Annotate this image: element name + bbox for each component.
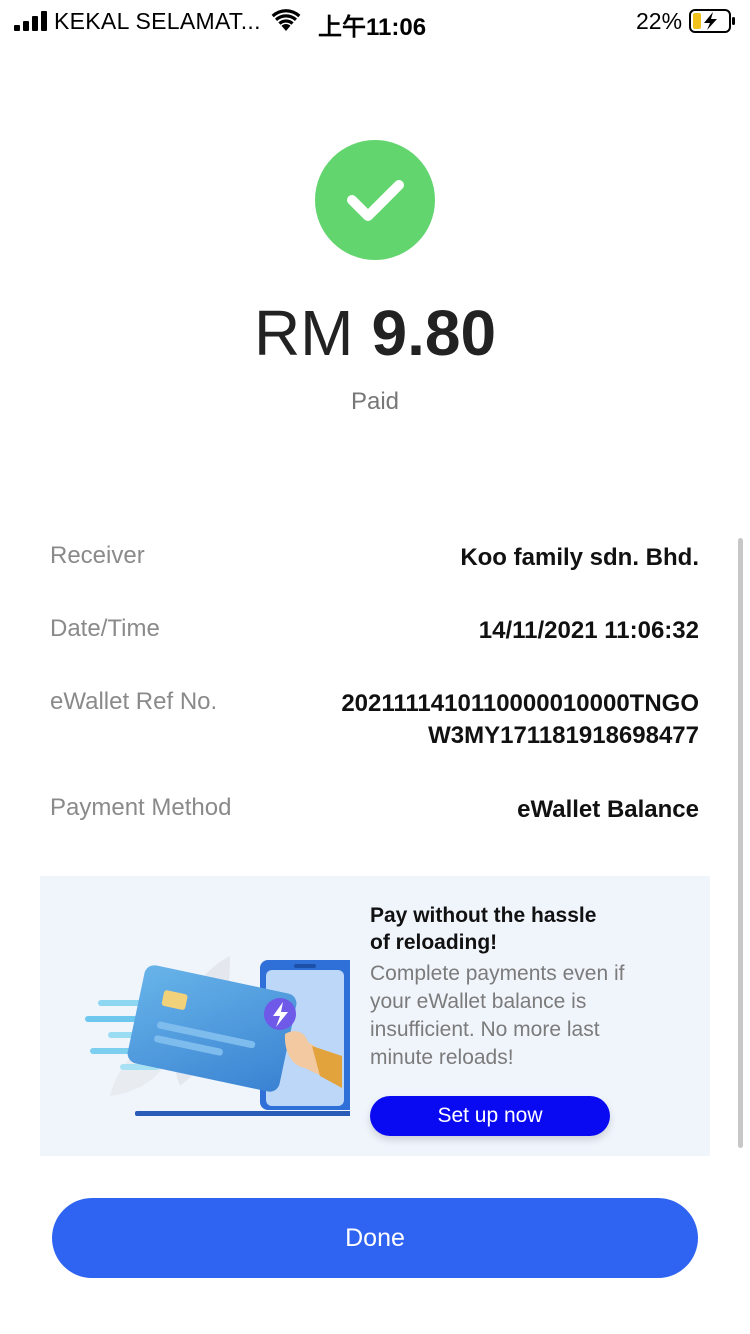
ref-no-line-1: 2021111410110000010000TNGO: [341, 690, 699, 717]
payment-method-value: eWallet Balance: [517, 796, 699, 823]
amount-value: 9.80: [371, 297, 497, 369]
datetime-label: Date/Time: [50, 615, 160, 642]
success-badge: [315, 140, 435, 260]
promo-title: Pay without the hassle of reloading!: [370, 902, 690, 956]
scrollbar[interactable]: [738, 538, 743, 1148]
done-button[interactable]: Done: [52, 1198, 698, 1278]
promo-body-line-2: your eWallet balance is: [370, 990, 587, 1013]
promo-title-line-2: of reloading!: [370, 931, 498, 954]
payment-status: Paid: [350, 388, 400, 415]
ref-no-line-2: W3MY171181918698477: [428, 722, 699, 749]
battery-charging-icon: [689, 9, 735, 33]
receiver-value: Koo family sdn. Bhd.: [460, 544, 699, 571]
check-icon: [347, 180, 404, 221]
carrier-name: KEKAL SELAMAT...: [54, 8, 261, 34]
promo-body-line-3: insufficient. No more last: [370, 1018, 600, 1041]
promo-banner[interactable]: Pay without the hassle of reloading! Com…: [40, 876, 710, 1156]
setup-now-button[interactable]: Set up now: [370, 1096, 610, 1136]
promo-description: Complete payments even if your eWallet b…: [370, 960, 690, 1072]
wifi-icon: [271, 9, 301, 31]
promo-body-line-4: minute reloads!: [370, 1046, 514, 1069]
promo-body-line-1: Complete payments even if: [370, 962, 625, 985]
ref-no-label: eWallet Ref No.: [50, 688, 218, 715]
card-payment-illustration: [85, 956, 350, 1116]
currency-label: RM: [253, 297, 354, 369]
receiver-label: Receiver: [50, 542, 145, 569]
payment-method-label: Payment Method: [50, 794, 232, 821]
datetime-value: 14/11/2021 11:06:32: [478, 617, 699, 644]
battery-percentage: 22%: [636, 8, 683, 34]
status-bar: KEKAL SELAMAT... 上午11:06 22%: [0, 0, 750, 42]
paid-amount: RM 9.80: [0, 296, 750, 370]
clock: 上午11:06: [318, 14, 427, 41]
promo-title-line-1: Pay without the hassle: [370, 904, 597, 927]
signal-icon: [14, 11, 47, 31]
ref-no-value: 2021111410110000010000TNGO W3MY171181918…: [341, 688, 699, 752]
